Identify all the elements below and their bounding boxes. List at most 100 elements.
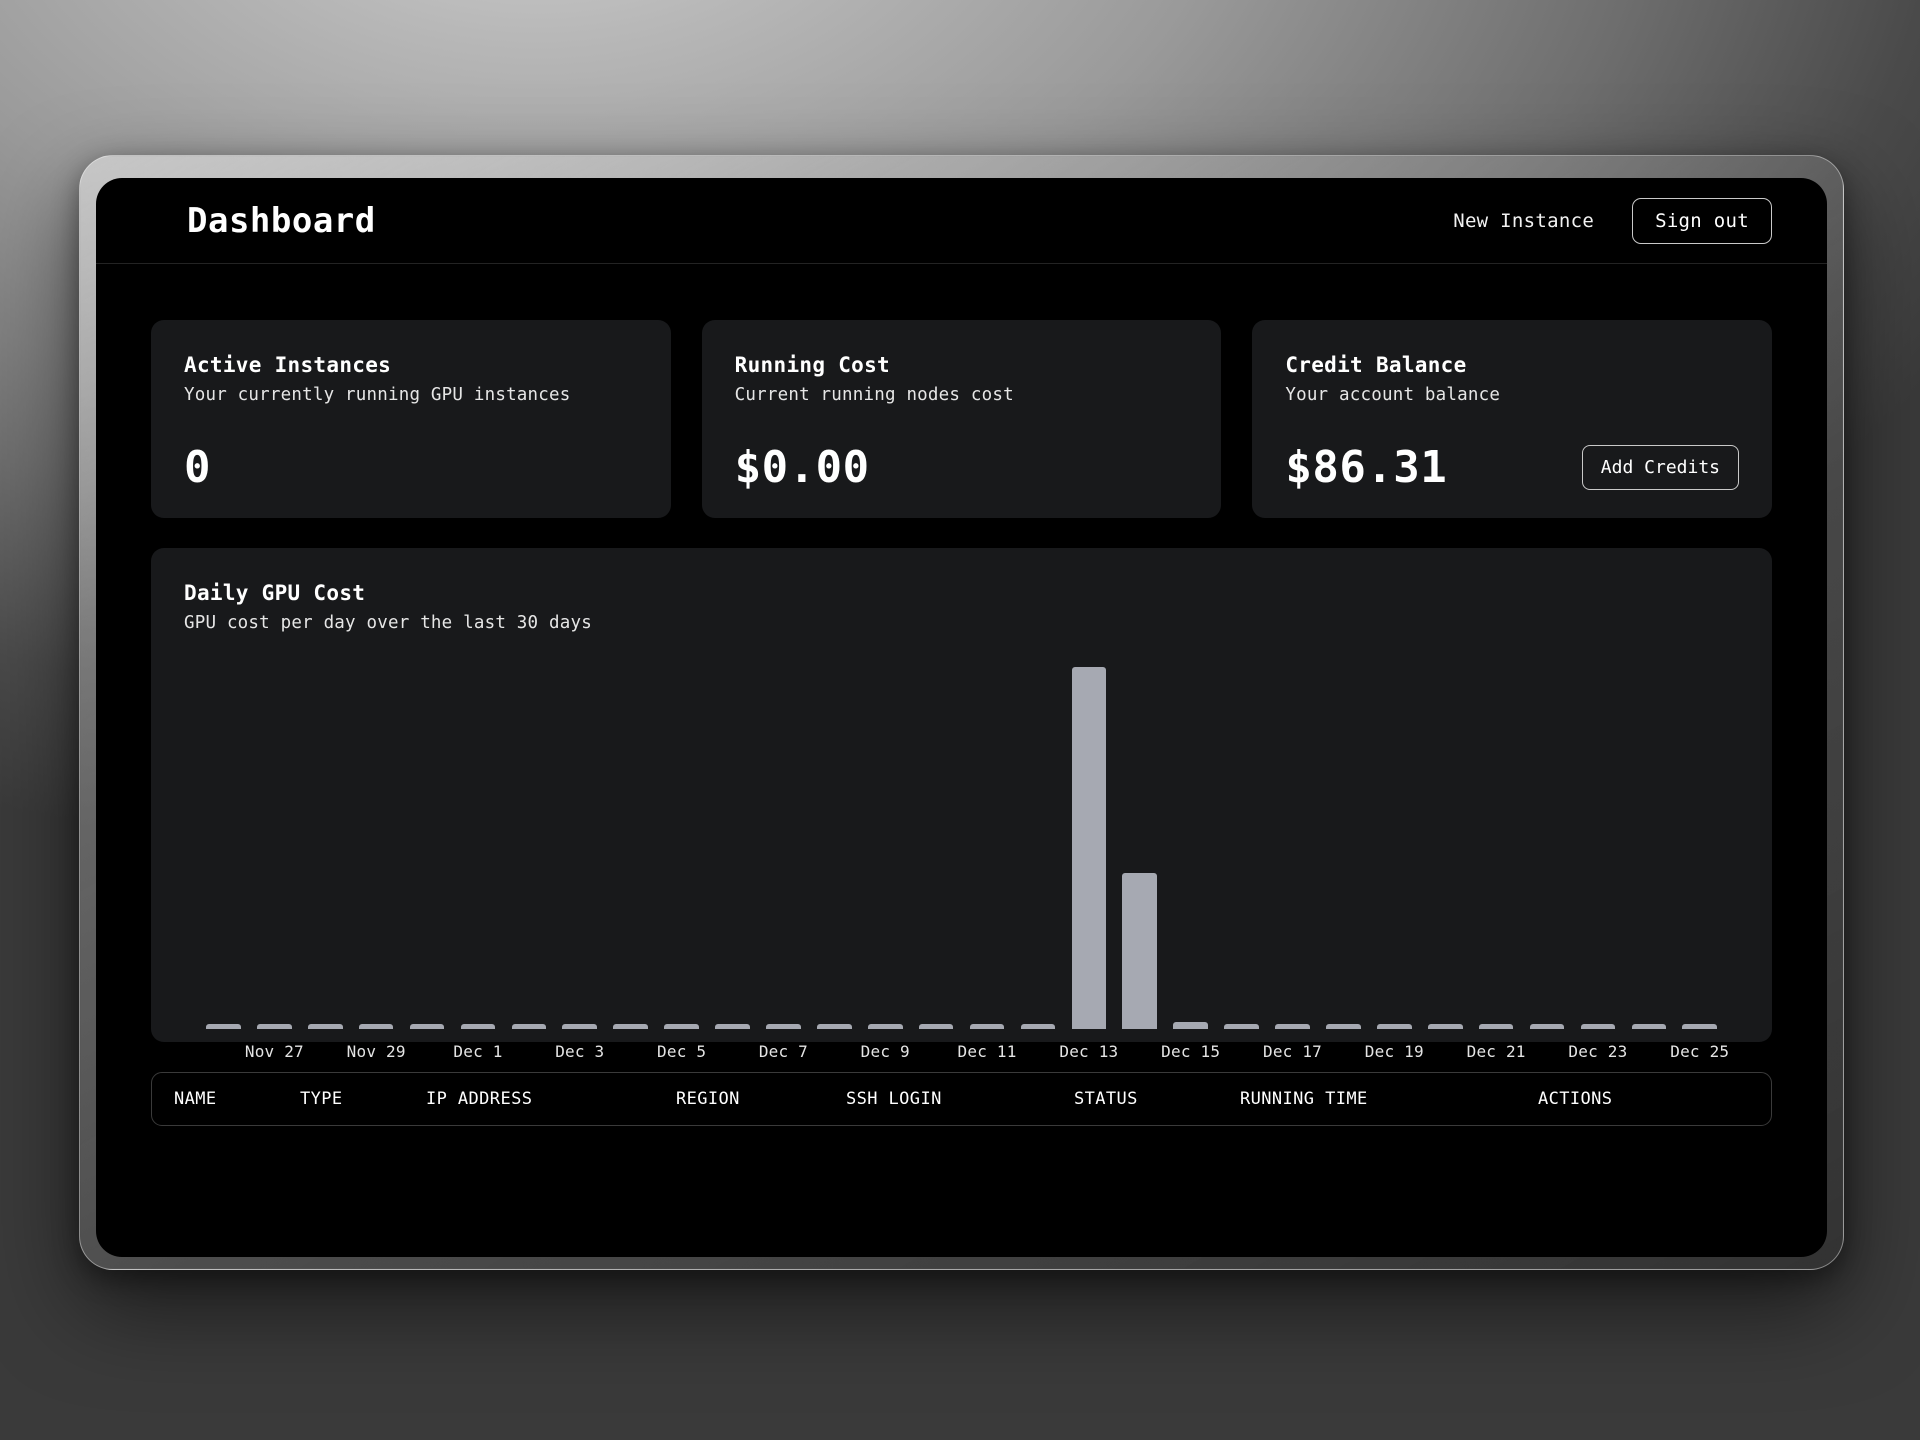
chart-bar[interactable] <box>460 1024 496 1029</box>
chart-bar[interactable] <box>1478 1024 1514 1029</box>
bar-slot[interactable]: Dec 15 <box>1161 667 1220 1061</box>
bar-slot[interactable] <box>1522 667 1573 1029</box>
table-column-header: REGION <box>676 1089 740 1109</box>
credit-balance-value: $86.31 <box>1285 441 1448 493</box>
card-subtitle: Your account balance <box>1285 385 1501 405</box>
chart-bar[interactable] <box>1275 1024 1310 1029</box>
card-title: Active Instances <box>184 353 392 377</box>
card-bottom: 0 <box>184 446 638 490</box>
chart-bar[interactable] <box>1631 1024 1667 1029</box>
bar-slot[interactable]: Dec 25 <box>1670 667 1729 1061</box>
bar-slot[interactable]: Dec 3 <box>554 667 605 1061</box>
bar-slot[interactable] <box>1216 667 1267 1029</box>
bar-slot[interactable]: Dec 17 <box>1263 667 1322 1061</box>
chart-bar[interactable] <box>358 1024 394 1029</box>
chart-bar[interactable] <box>613 1024 648 1029</box>
x-axis-tick-label: Dec 13 <box>1059 1042 1119 1061</box>
bar-slot[interactable]: Dec 9 <box>860 667 911 1061</box>
stat-card-running-cost: Running Cost Current running nodes cost … <box>701 320 1222 518</box>
chart-bar[interactable] <box>969 1024 1005 1029</box>
card-title: Credit Balance <box>1285 353 1467 377</box>
bar-slot[interactable] <box>1623 667 1674 1029</box>
chart-bar[interactable] <box>867 1024 903 1029</box>
bar-slot[interactable]: Nov 27 <box>245 667 304 1061</box>
bar-slot[interactable]: Nov 29 <box>347 667 405 1061</box>
chart-bar[interactable] <box>1224 1024 1259 1029</box>
sign-out-button[interactable]: Sign out <box>1632 197 1772 244</box>
bar-slot[interactable]: Dec 13 <box>1059 667 1118 1061</box>
chart-bar[interactable] <box>562 1024 598 1029</box>
chart-bar[interactable] <box>918 1024 954 1029</box>
daily-gpu-cost-card: Daily GPU Cost GPU cost per day over the… <box>151 548 1772 1061</box>
chart-bar[interactable] <box>1580 1024 1616 1029</box>
x-axis-tick-label: Dec 9 <box>860 1042 910 1061</box>
bar-slot[interactable]: Dec 1 <box>453 667 504 1061</box>
bar-slot[interactable]: Dec 23 <box>1568 667 1627 1061</box>
stat-card-row: Active Instances Your currently running … <box>151 320 1773 518</box>
x-axis-tick-label: Dec 19 <box>1364 1042 1424 1061</box>
bar-slot[interactable]: Dec 11 <box>958 667 1016 1061</box>
chart-bar[interactable] <box>1173 1021 1208 1029</box>
chart-bar[interactable] <box>1122 873 1158 1029</box>
chart-bar[interactable] <box>206 1024 241 1029</box>
page-title: Dashboard <box>187 200 376 241</box>
bar-slot[interactable] <box>503 667 554 1029</box>
bar-slot[interactable] <box>1114 667 1165 1029</box>
header-actions: New Instance Sign out <box>1453 197 1772 244</box>
table-column-header: ACTIONS <box>1538 1089 1613 1109</box>
chart-bar[interactable] <box>1020 1024 1056 1029</box>
chart-bar[interactable] <box>257 1024 292 1029</box>
bar-slot[interactable] <box>911 667 962 1029</box>
x-axis-tick-label: Dec 1 <box>453 1042 503 1061</box>
x-axis-tick-label: Dec 23 <box>1568 1042 1628 1061</box>
x-axis-tick-label: Nov 29 <box>346 1042 406 1061</box>
bar-slot[interactable] <box>1420 667 1471 1029</box>
card-bottom: $86.31 Add Credits <box>1285 441 1740 493</box>
chart-bar[interactable] <box>307 1024 343 1029</box>
bar-slot[interactable] <box>402 667 453 1029</box>
table-column-header: SSH LOGIN <box>846 1089 942 1109</box>
bar-slot[interactable]: Dec 19 <box>1365 667 1424 1061</box>
bar-slot[interactable] <box>300 667 351 1029</box>
bar-slot[interactable]: Dec 7 <box>758 667 809 1061</box>
x-axis-tick-label: Dec 25 <box>1670 1042 1730 1061</box>
bar-slot[interactable] <box>707 667 758 1029</box>
bar-slot[interactable] <box>809 667 860 1029</box>
card-title: Running Cost <box>734 353 890 377</box>
bar-series: Nov 27 Nov 29 Dec 1 Dec 3 Dec 5 Dec 7 Dec 9 Dec… <box>198 667 1729 1061</box>
add-credits-button[interactable]: Add Credits <box>1581 445 1740 490</box>
chart-bar[interactable] <box>511 1024 547 1029</box>
daily-gpu-cost-chart: Nov 27 Nov 29 Dec 1 Dec 3 Dec 5 Dec 7 Dec 9 Dec… <box>184 667 1739 1073</box>
stat-card-active-instances: Active Instances Your currently running … <box>151 320 671 518</box>
chart-title: Daily GPU Cost <box>184 581 366 605</box>
table-column-header: RUNNING TIME <box>1240 1089 1368 1109</box>
chart-bar[interactable] <box>1427 1024 1463 1029</box>
chart-bar[interactable] <box>715 1024 750 1029</box>
card-subtitle: Your currently running GPU instances <box>184 385 571 405</box>
bar-slot[interactable] <box>1013 667 1064 1029</box>
table-column-header: TYPE <box>300 1089 343 1109</box>
bar-slot[interactable]: Dec 5 <box>656 667 707 1061</box>
chart-bar[interactable] <box>664 1024 699 1029</box>
stat-card-credit-balance: Credit Balance Your account balance $86.… <box>1252 320 1773 518</box>
new-instance-button[interactable]: New Instance <box>1453 210 1594 232</box>
chart-subtitle: GPU cost per day over the last 30 days <box>184 613 592 633</box>
table-column-header: STATUS <box>1074 1089 1138 1109</box>
chart-bar[interactable] <box>817 1024 852 1029</box>
chart-bar[interactable] <box>1071 667 1107 1029</box>
chart-bar[interactable] <box>1326 1024 1361 1029</box>
chart-bar[interactable] <box>1376 1024 1412 1029</box>
x-axis-tick-label: Dec 5 <box>657 1042 707 1061</box>
bar-slot[interactable]: Dec 21 <box>1467 667 1525 1061</box>
bar-slot[interactable] <box>198 667 249 1029</box>
app-screen: Dashboard New Instance Sign out Active I… <box>96 178 1827 1257</box>
chart-bar[interactable] <box>409 1024 445 1029</box>
chart-bar[interactable] <box>1529 1024 1565 1029</box>
table-column-header: NAME <box>174 1089 217 1109</box>
running-cost-value: $0.00 <box>734 442 870 493</box>
bar-slot[interactable] <box>605 667 656 1029</box>
chart-bar[interactable] <box>766 1024 801 1029</box>
chart-bar[interactable] <box>1682 1024 1718 1029</box>
dashboard-content: Active Instances Your currently running … <box>96 264 1827 1126</box>
bar-slot[interactable] <box>1318 667 1369 1029</box>
